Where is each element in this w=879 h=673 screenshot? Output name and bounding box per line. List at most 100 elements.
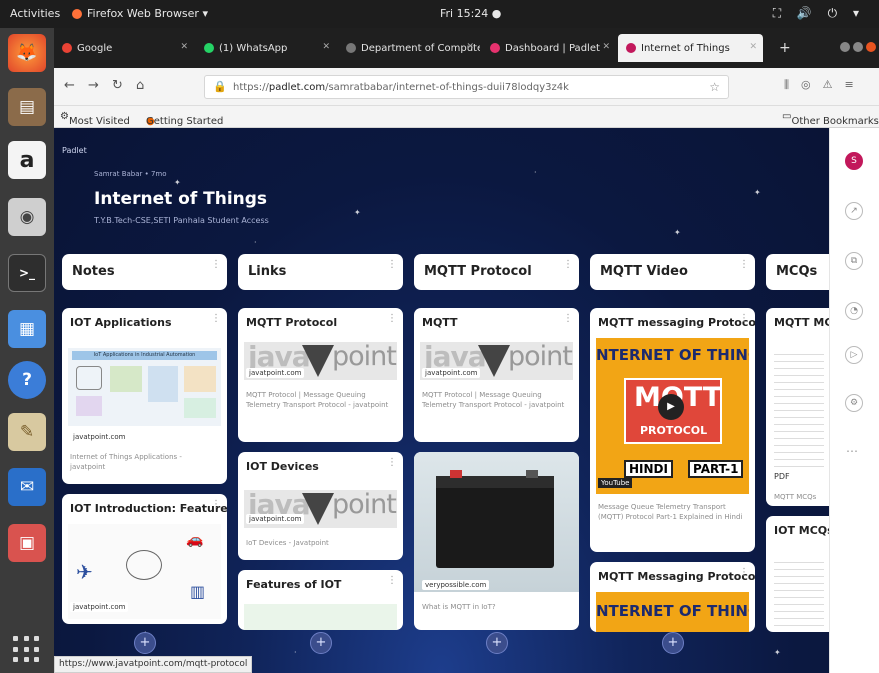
post-iot-applications[interactable]: IOT Applications ⋮ IoT Applications in In… [62, 308, 227, 484]
activities-button[interactable]: Activities [10, 7, 60, 20]
youtube-badge: YouTube [598, 478, 633, 488]
more-options-icon[interactable]: ⋮ [387, 313, 397, 324]
post-title: MQTT messaging Protocol [598, 316, 755, 329]
disk-dock-icon[interactable]: ◉ [8, 198, 46, 236]
video-thumbnail[interactable]: NTERNET OF THING MQTT PROTOCOL ▶ HINDI P… [596, 338, 749, 494]
post-mqtt[interactable]: MQTT ⋮ java point javatpoint.com MQTT Prot… [414, 308, 579, 442]
forward-button[interactable]: → [88, 78, 99, 93]
more-options-icon[interactable]: ⋮ [211, 313, 221, 324]
terminal-dock-icon[interactable]: >_ [8, 254, 46, 292]
system-tray[interactable]: ⛶ 🔊 ⏻ ▾ [773, 6, 865, 21]
post-mqtt-video-1[interactable]: MQTT messaging Protocol ⋮ NTERNET OF THIN… [590, 308, 755, 552]
reload-button[interactable]: ↻ [112, 78, 123, 93]
bookmark-other[interactable]: ▭ Other Bookmarks [782, 111, 879, 127]
more-options-icon[interactable]: ⋮ [739, 567, 749, 578]
more-options-icon[interactable]: ⋮ [211, 499, 221, 510]
play-icon[interactable]: ▶ [658, 394, 684, 420]
window-controls [840, 42, 876, 52]
post-source: javatpoint.com [246, 514, 305, 524]
page-title: Internet of Things [94, 189, 268, 209]
tab-label: Dashboard | Padlet [505, 42, 600, 54]
column-header-notes[interactable]: Notes ⋮ [62, 254, 227, 290]
more-options-icon[interactable]: ⋮ [211, 259, 221, 270]
help-dock-icon[interactable]: ? [8, 361, 46, 399]
link-status-bar: https://www.javatpoint.com/mqtt-protocol [54, 656, 253, 673]
files-dock-icon[interactable]: ▤ [8, 88, 46, 126]
padlet-icon [626, 43, 636, 53]
post-mqtt-protocol-link[interactable]: MQTT Protocol ⋮ java point javatpoint.com … [238, 308, 403, 442]
tab-google[interactable]: Google ✕ [54, 34, 194, 62]
toolbar-icons[interactable]: ⫼◎⚠≡ [784, 78, 866, 92]
close-icon[interactable]: ✕ [466, 42, 474, 52]
url-bar[interactable]: 🔒 https://padlet.com/samratbabar/interne… [204, 75, 729, 99]
more-options-icon[interactable]: ⋮ [563, 313, 573, 324]
avatar[interactable]: S [845, 152, 863, 170]
padlet-logo[interactable]: Padlet [62, 146, 87, 155]
slideshow-icon[interactable]: ▷ [845, 346, 863, 364]
thunderbird-dock-icon[interactable]: ✉ [8, 468, 46, 506]
more-options-icon[interactable]: ⋮ [739, 313, 749, 324]
remake-icon[interactable]: ⧉ [845, 252, 863, 270]
more-options-icon[interactable]: ⋮ [387, 575, 397, 586]
post-source: javatpoint.com [70, 432, 129, 442]
tab-internet-of-things[interactable]: Internet of Things ✕ [618, 34, 763, 62]
app-menu-label: Firefox Web Browser ▾ [87, 7, 208, 20]
back-button[interactable]: ← [64, 78, 75, 93]
post-mqtt-video-2[interactable]: MQTT Messaging Protocol ⋮ NTERNET OF THIN… [590, 562, 755, 632]
minimize-button[interactable] [840, 42, 850, 52]
more-options-icon[interactable]: ⋮ [739, 259, 749, 270]
bell-icon[interactable]: ◔ [845, 302, 863, 320]
thumbnail-tag: PART-1 [688, 460, 744, 478]
firefox-dock-icon[interactable]: 🦊 [8, 34, 46, 72]
settings-icon[interactable]: ⚙ [845, 394, 863, 412]
show-apps-icon[interactable] [13, 636, 41, 664]
column-header-mqtt-protocol[interactable]: MQTT Protocol ⋮ [414, 254, 579, 290]
add-post-button[interactable]: + [310, 632, 332, 654]
dock: 🦊 ▤ a ◉ >_ ▦ ? ✎ ✉ ▣ [0, 28, 54, 673]
close-icon[interactable]: ✕ [322, 42, 330, 52]
more-options-icon[interactable]: ⋮ [563, 259, 573, 270]
amazon-dock-icon[interactable]: a [8, 141, 46, 179]
tab-department[interactable]: Department of Compute ✕ [338, 34, 480, 62]
add-post-button[interactable]: + [486, 632, 508, 654]
add-post-button[interactable]: + [662, 632, 684, 654]
tab-whatsapp[interactable]: (1) WhatsApp ✕ [196, 34, 336, 62]
close-window-button[interactable] [866, 42, 876, 52]
url-domain: padlet.com [268, 81, 326, 93]
close-icon[interactable]: ✕ [602, 42, 610, 52]
clock[interactable]: Fri 15:24 ● [440, 7, 501, 20]
post-title: MQTT Messaging Protocol [598, 570, 755, 583]
app-menu[interactable]: Firefox Web Browser ▾ [72, 7, 208, 20]
close-icon[interactable]: ✕ [749, 42, 757, 52]
column-header-mqtt-video[interactable]: MQTT Video ⋮ [590, 254, 755, 290]
post-battery[interactable]: verypossible.com What is MQTT in IoT? [414, 452, 579, 630]
new-tab-button[interactable]: + [779, 40, 791, 56]
text-editor-dock-icon[interactable]: ✎ [8, 413, 46, 451]
post-caption: MQTT MCQs [774, 493, 817, 501]
system-top-bar: Activities Firefox Web Browser ▾ Fri 15:… [0, 0, 879, 28]
share-icon[interactable]: ↗ [845, 202, 863, 220]
airplane-icon: ✈ [76, 560, 93, 584]
bookmark-star-icon[interactable]: ☆ [709, 80, 720, 94]
home-button[interactable]: ⌂ [136, 78, 144, 93]
maximize-button[interactable] [853, 42, 863, 52]
post-iot-introduction[interactable]: IOT Introduction: Features ⋮ ✈ 🚗 ▥ javatp… [62, 494, 227, 624]
more-options-icon[interactable]: ⋮ [387, 457, 397, 468]
more-icon[interactable]: ⋯ [846, 444, 858, 458]
software-dock-icon[interactable]: ▣ [8, 524, 46, 562]
post-iot-mcqs[interactable]: IOT MCQs [766, 516, 829, 632]
document-dock-icon[interactable]: ▦ [8, 310, 46, 348]
post-mqtt-mcq[interactable]: MQTT MCQ PDF MQTT MCQs [766, 308, 829, 506]
more-options-icon[interactable]: ⋮ [387, 259, 397, 270]
post-source: javatpoint.com [246, 368, 305, 378]
tab-dashboard-padlet[interactable]: Dashboard | Padlet ✕ [482, 34, 616, 62]
column-header-links[interactable]: Links ⋮ [238, 254, 403, 290]
bookmark-most-visited[interactable]: ⚙ Most Visited [60, 111, 130, 127]
close-icon[interactable]: ✕ [180, 42, 188, 52]
add-post-button[interactable]: + [134, 632, 156, 654]
navigation-bar: ← → ↻ ⌂ 🔒 https://padlet.com/samratbabar… [54, 68, 879, 106]
post-features-of-iot[interactable]: Features of IOT ⋮ [238, 570, 403, 630]
post-iot-devices[interactable]: IOT Devices ⋮ java point javatpoint.com Io… [238, 452, 403, 560]
chart-icon: ▥ [190, 582, 206, 601]
column-header-mcqs[interactable]: MCQs [766, 254, 829, 290]
